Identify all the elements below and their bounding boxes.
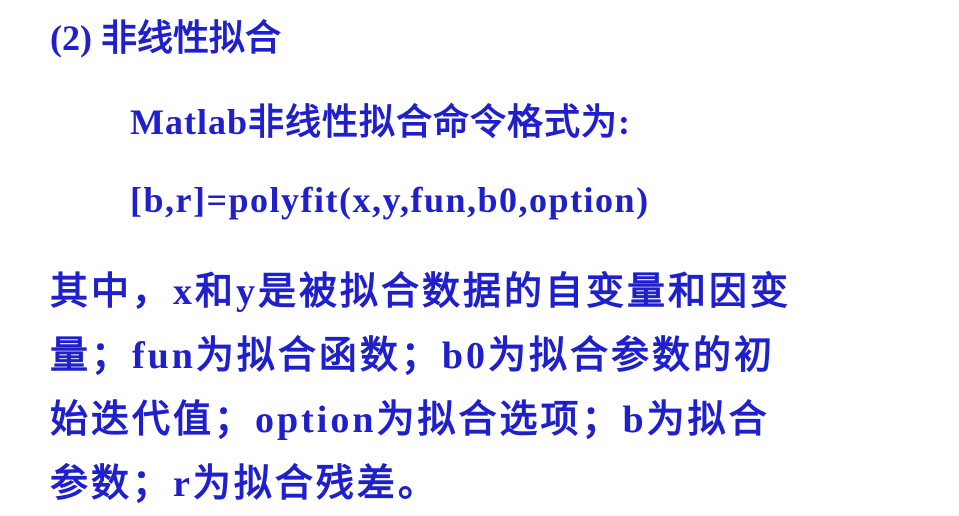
section-heading: (2) 非线性拟合 [50,18,281,58]
paragraph-line: 始迭代值；option为拟合选项；b为拟合 [50,399,770,441]
paragraph-line: 量；fun为拟合函数；b0为拟合参数的初 [50,335,776,377]
paragraph-line: 参数；r为拟合残差。 [50,463,439,505]
paragraph-line: 其中，x和y是被拟合数据的自变量和因变 [50,271,792,313]
command-format-title: Matlab非线性拟合命令格式为: [130,102,631,142]
description-paragraph: 其中，x和y是被拟合数据的自变量和因变 量；fun为拟合函数；b0为拟合参数的初… [50,260,910,516]
command-syntax: [b,r]=polyfit(x,y,fun,b0,option) [130,180,650,220]
slide: (2) 非线性拟合 Matlab非线性拟合命令格式为: [b,r]=polyfi… [0,0,959,515]
